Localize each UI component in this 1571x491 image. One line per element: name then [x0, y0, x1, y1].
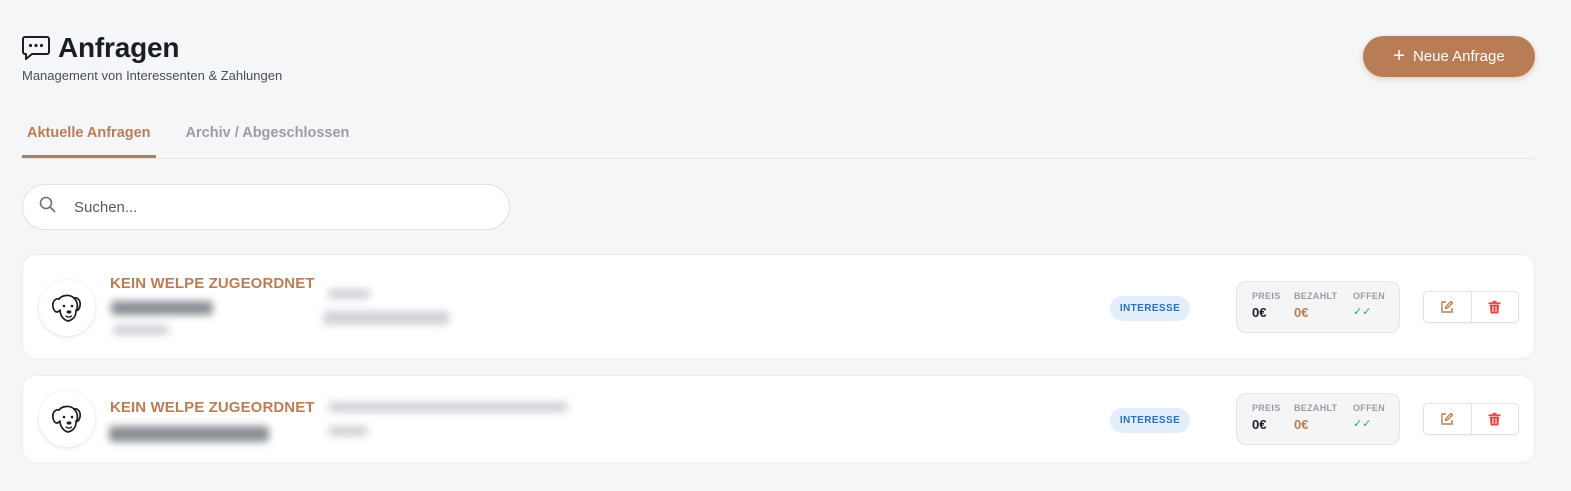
search-icon — [39, 196, 56, 218]
redacted-detail — [113, 325, 169, 335]
paid-value: 0€ — [1294, 305, 1309, 320]
title-row: Anfragen — [22, 32, 282, 64]
double-check-icon: ✓✓ — [1353, 306, 1372, 318]
new-request-button[interactable]: + Neue Anfrage — [1363, 36, 1535, 77]
payment-summary: PREIS 0€ BEZAHLT 0€ OFFEN ✓✓ — [1236, 393, 1400, 445]
plus-icon: + — [1393, 44, 1405, 67]
paid-column: BEZAHLT 0€ — [1294, 291, 1337, 320]
edit-button[interactable] — [1424, 292, 1471, 322]
price-label: PREIS — [1252, 403, 1281, 413]
status-badge: INTERESSE — [1110, 296, 1190, 321]
tab-bar: Aktuelle Anfragen Archiv / Abgeschlossen — [22, 116, 1534, 159]
request-card[interactable]: KEIN WELPE ZUGEORDNET INTERESSE PREIS 0€… — [22, 375, 1535, 463]
page-subtitle: Management von Interessenten & Zahlungen — [22, 68, 283, 83]
dog-icon — [51, 294, 82, 322]
row-actions — [1423, 291, 1519, 323]
double-check-icon: ✓✓ — [1353, 418, 1372, 430]
request-card[interactable]: KEIN WELPE ZUGEORDNET INTERESSE PREIS 0€… — [22, 254, 1535, 359]
avatar — [39, 280, 95, 336]
redacted-contact — [323, 311, 449, 325]
open-column: OFFEN ✓✓ — [1353, 403, 1385, 430]
price-value: 0€ — [1252, 417, 1267, 432]
price-value: 0€ — [1252, 305, 1267, 320]
price-label: PREIS — [1252, 291, 1281, 301]
paid-label: BEZAHLT — [1294, 291, 1338, 301]
chat-bubble-icon — [22, 35, 50, 61]
page-title: Anfragen — [58, 32, 180, 63]
redacted-contact — [328, 426, 368, 436]
paid-label: BEZAHLT — [1294, 403, 1338, 413]
edit-icon — [1441, 300, 1454, 313]
price-column: PREIS 0€ — [1252, 403, 1281, 432]
redacted-contact — [328, 289, 370, 299]
edit-button[interactable] — [1424, 404, 1471, 434]
tab-current-requests[interactable]: Aktuelle Anfragen — [22, 116, 156, 158]
open-label: OFFEN — [1353, 403, 1385, 413]
redacted-name — [111, 301, 213, 315]
dog-icon — [51, 405, 82, 433]
open-label: OFFEN — [1353, 291, 1385, 301]
row-actions — [1423, 403, 1519, 435]
paid-value: 0€ — [1294, 417, 1309, 432]
redacted-contact — [328, 402, 568, 412]
trash-icon — [1488, 300, 1501, 314]
open-column: OFFEN ✓✓ — [1353, 291, 1385, 318]
new-request-label: Neue Anfrage — [1412, 48, 1505, 65]
status-badge: INTERESSE — [1110, 408, 1190, 433]
delete-button[interactable] — [1470, 292, 1519, 322]
page-header: Anfragen Management von Interessenten & … — [22, 32, 282, 83]
puppy-name: KEIN WELPE ZUGEORDNET — [110, 275, 315, 292]
search-box — [22, 184, 510, 230]
avatar — [39, 391, 95, 447]
search-input[interactable] — [74, 198, 474, 216]
edit-icon — [1441, 412, 1454, 425]
delete-button[interactable] — [1470, 404, 1519, 434]
redacted-name — [109, 426, 269, 442]
tab-archive[interactable]: Archiv / Abgeschlossen — [181, 116, 355, 158]
paid-column: BEZAHLT 0€ — [1294, 403, 1337, 432]
payment-summary: PREIS 0€ BEZAHLT 0€ OFFEN ✓✓ — [1236, 281, 1400, 333]
puppy-name: KEIN WELPE ZUGEORDNET — [110, 399, 315, 416]
trash-icon — [1488, 412, 1501, 426]
price-column: PREIS 0€ — [1252, 291, 1281, 320]
